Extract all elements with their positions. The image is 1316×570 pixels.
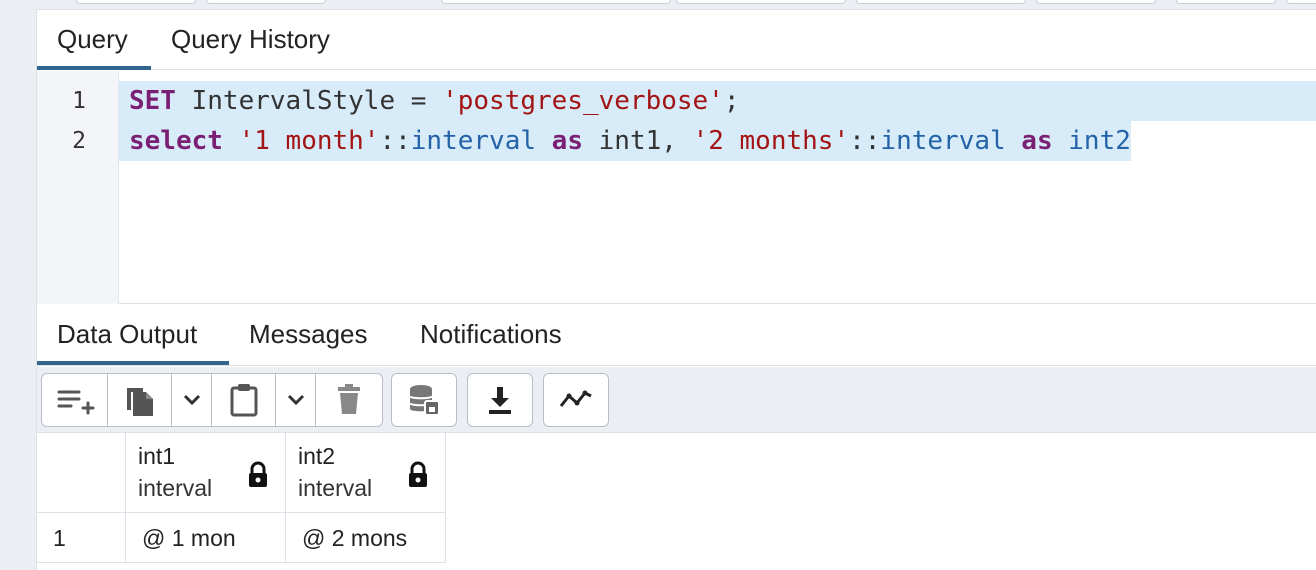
operator-token: :: bbox=[379, 126, 411, 156]
toolbar-segment bbox=[1176, 0, 1276, 4]
cell-value: @ 1 mon bbox=[142, 525, 236, 551]
lock-icon bbox=[249, 461, 267, 487]
delete-button[interactable] bbox=[316, 374, 382, 426]
top-toolbar-strip bbox=[36, 0, 1316, 10]
toolbar-segment bbox=[1036, 0, 1156, 4]
toolbar-segment bbox=[76, 0, 196, 4]
type-token: interval bbox=[880, 126, 1006, 156]
string-token: '1 month' bbox=[222, 126, 380, 156]
edit-button-group bbox=[41, 373, 383, 427]
data-output-toolbar bbox=[37, 367, 1316, 433]
result-tabs: Data Output Messages Notifications bbox=[37, 305, 1316, 366]
keyword-token: as bbox=[536, 126, 583, 156]
identifier-token: int2 bbox=[1052, 126, 1131, 156]
tab-data-output[interactable]: Data Output bbox=[37, 305, 229, 365]
add-row-icon bbox=[57, 390, 94, 415]
keyword-token: SET bbox=[129, 86, 176, 116]
table-cell[interactable]: @ 1 mon bbox=[126, 513, 286, 563]
save-data-button[interactable] bbox=[392, 374, 456, 426]
punctuation-token: ; bbox=[723, 86, 740, 116]
type-token: interval bbox=[410, 126, 537, 156]
column-header-int2[interactable]: int2 interval bbox=[286, 433, 446, 513]
code-line-1[interactable]: SET IntervalStyle = 'postgres_verbose'; bbox=[119, 81, 1316, 121]
toolbar-segment bbox=[676, 0, 846, 4]
paste-options-dropdown[interactable] bbox=[276, 374, 316, 426]
column-header-int1[interactable]: int1 interval bbox=[126, 433, 286, 513]
column-type: interval bbox=[138, 475, 213, 501]
copy-options-dropdown[interactable] bbox=[172, 374, 212, 426]
toolbar-segment bbox=[441, 0, 671, 4]
column-name: int1 bbox=[138, 443, 176, 469]
graph-icon bbox=[559, 390, 592, 407]
code-line-2[interactable]: select '1 month'::interval as int1, '2 m… bbox=[119, 121, 1131, 161]
delete-icon bbox=[338, 384, 360, 414]
tab-messages[interactable]: Messages bbox=[229, 305, 388, 365]
graph-visualiser-button[interactable] bbox=[544, 374, 608, 426]
string-token: 'postgres_verbose' bbox=[442, 86, 724, 116]
download-icon bbox=[489, 387, 511, 414]
paste-button[interactable] bbox=[212, 374, 276, 426]
identifier-token: IntervalStyle = bbox=[175, 86, 443, 116]
row-number: 1 bbox=[53, 525, 66, 551]
copy-button[interactable] bbox=[108, 374, 172, 426]
download-group bbox=[467, 373, 533, 427]
toolbar-segment bbox=[856, 0, 1026, 4]
line-number: 2 bbox=[72, 128, 86, 154]
line-number: 1 bbox=[72, 88, 86, 114]
tab-query-history[interactable]: Query History bbox=[151, 10, 350, 70]
graph-group bbox=[543, 373, 609, 427]
row-number-cell[interactable]: 1 bbox=[37, 513, 126, 563]
keyword-token: as bbox=[1005, 126, 1053, 156]
result-grid: int1 interval int2 interval 1 @ 1 mon @ … bbox=[37, 433, 1316, 570]
keyword-token: select bbox=[129, 126, 223, 156]
line-number-gutter: 1 2 bbox=[37, 71, 119, 304]
tab-query[interactable]: Query bbox=[37, 10, 151, 70]
add-row-button[interactable] bbox=[42, 374, 108, 426]
cell-value: @ 2 mons bbox=[302, 525, 408, 551]
sql-editor[interactable]: 1 2 SET IntervalStyle = 'postgres_verbos… bbox=[37, 71, 1316, 304]
row-header-corner[interactable] bbox=[37, 433, 126, 513]
column-type: interval bbox=[298, 475, 373, 501]
chevron-down-icon bbox=[287, 394, 304, 406]
toolbar-segment bbox=[206, 0, 326, 4]
query-tool-panel: Query Query History 1 2 SET IntervalStyl… bbox=[36, 10, 1316, 570]
paste-icon bbox=[230, 384, 257, 417]
chevron-down-icon bbox=[183, 394, 200, 406]
column-name: int2 bbox=[298, 443, 336, 469]
save-data-icon bbox=[409, 385, 440, 416]
string-token: '2 months' bbox=[692, 126, 850, 156]
table-cell[interactable]: @ 2 mons bbox=[286, 513, 446, 563]
download-button[interactable] bbox=[468, 374, 532, 426]
lock-icon bbox=[409, 461, 427, 487]
tab-notifications[interactable]: Notifications bbox=[400, 305, 582, 365]
toolbar-segment bbox=[1286, 0, 1316, 4]
identifier-token: int1, bbox=[582, 126, 693, 156]
copy-icon bbox=[126, 388, 153, 416]
save-data-group bbox=[391, 373, 457, 427]
operator-token: :: bbox=[849, 126, 881, 156]
query-tabs: Query Query History bbox=[37, 10, 1316, 70]
